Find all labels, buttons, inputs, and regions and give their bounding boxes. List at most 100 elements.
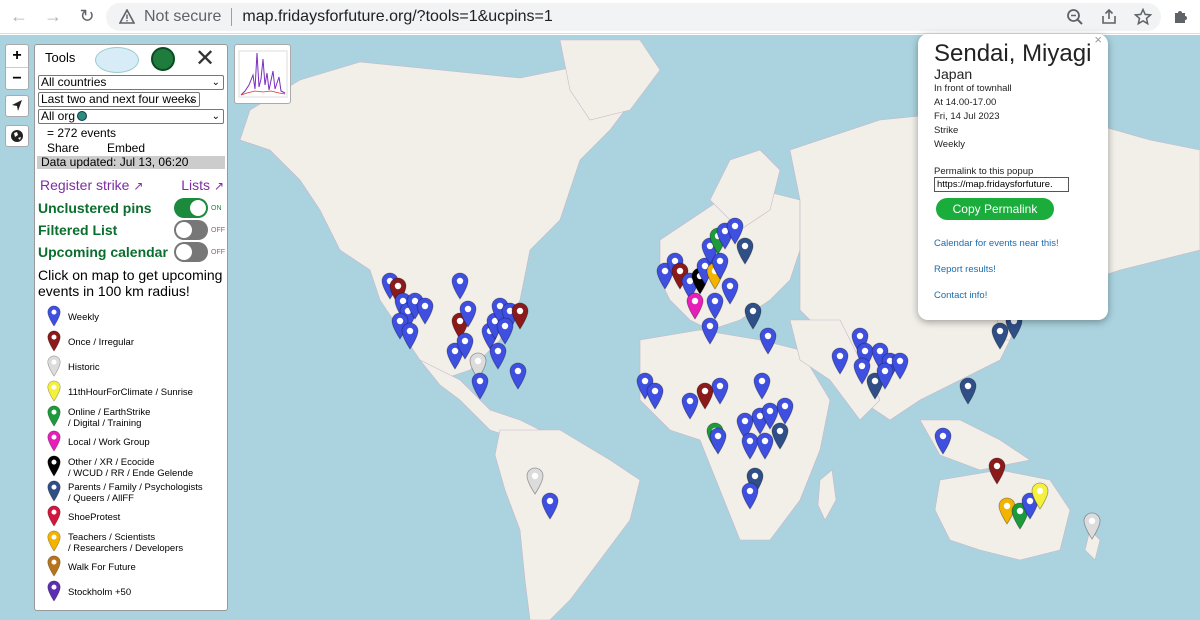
map-pin-icon[interactable] (876, 362, 894, 390)
legend-label: 11thHourForClimate / Sunrise (68, 387, 193, 398)
map-pin-icon[interactable] (541, 492, 559, 520)
chart-thumbnail-icon (238, 50, 288, 98)
forward-icon[interactable]: → (38, 2, 68, 32)
permalink-input[interactable]: https://map.fridaysforfuture. (934, 177, 1069, 192)
map-pin-icon[interactable] (831, 347, 849, 375)
legend-item: Historic (47, 355, 227, 380)
toggle-switch[interactable] (174, 242, 208, 262)
fff-logo-icon[interactable] (151, 47, 175, 71)
map-pin-icon[interactable] (526, 467, 544, 495)
extensions-puzzle-icon[interactable] (1170, 6, 1192, 28)
popup-city: Sendai, Miyagi (934, 40, 1092, 67)
map-pin-icon[interactable] (744, 302, 762, 330)
map-pin-icon[interactable] (753, 372, 771, 400)
country-select[interactable]: All countries ⌄ (38, 75, 224, 90)
date-range-select[interactable]: Last two and next four weeks ⌄ (38, 92, 200, 107)
map-pin-icon[interactable] (959, 377, 977, 405)
security-status: Not secure (144, 8, 222, 25)
popup-time: At 14.00-17.00 (934, 97, 997, 108)
map-pin-icon[interactable] (759, 327, 777, 355)
register-strike-link[interactable]: Register strike ↗ (40, 177, 143, 193)
layers-button[interactable] (5, 125, 29, 147)
toggle-switch[interactable] (174, 220, 208, 240)
zoom-in-button[interactable]: + (6, 45, 28, 67)
globe-logo-icon[interactable] (95, 47, 139, 73)
legend-label: Historic (68, 362, 100, 373)
map-pin-icon[interactable] (1031, 482, 1049, 510)
legend-item: Teachers / Scientists / Researchers / Dev… (47, 530, 227, 555)
map-pin-icon[interactable] (451, 272, 469, 300)
legend-item: Weekly (47, 305, 227, 330)
popup-close-button[interactable]: × (1094, 32, 1102, 47)
map-pin-icon[interactable] (709, 427, 727, 455)
map-pin-icon[interactable] (756, 432, 774, 460)
events-chart-thumbnail[interactable] (234, 44, 291, 104)
contact-info-link[interactable]: Contact info! (934, 290, 1108, 301)
map-pin-icon[interactable] (741, 482, 759, 510)
map-pin-icon[interactable] (509, 362, 527, 390)
map-pin-icon[interactable] (988, 457, 1006, 485)
map-pin-icon[interactable] (489, 342, 507, 370)
legend-item: Once / Irregular (47, 330, 227, 355)
external-link-icon: ↗ (133, 179, 144, 193)
popup-place: In front of townhall (934, 83, 1012, 94)
legend-label: Weekly (68, 312, 99, 323)
map-pin-icon[interactable] (1083, 512, 1101, 540)
legend-pin-icon (47, 530, 67, 555)
share-link[interactable]: Share (47, 141, 107, 156)
map-pin-icon[interactable] (721, 277, 739, 305)
lists-link[interactable]: Lists ↗ (181, 177, 224, 193)
reload-icon[interactable]: ↻ (72, 2, 102, 32)
separator (231, 8, 233, 26)
legend-label: Stockholm +50 (68, 587, 132, 598)
map-pin-icon[interactable] (736, 237, 754, 265)
legend-item: Parents / Family / Psychologists / Queers… (47, 480, 227, 505)
zoom-controls: + − (5, 44, 29, 90)
browser-toolbar: ← → ↻ Not secure map.fridaysforfuture.or… (0, 0, 1200, 34)
events-count: = 272 events (47, 126, 117, 140)
toggle-switch[interactable] (174, 198, 208, 218)
external-link-icon: ↗ (213, 179, 224, 193)
legend-label: Parents / Family / Psychologists / Queers… (68, 481, 203, 504)
tools-title: Tools (45, 50, 76, 65)
map-pin-icon[interactable] (459, 300, 477, 328)
map-pin-icon[interactable] (776, 397, 794, 425)
map-pin-icon[interactable] (646, 382, 664, 410)
legend-label: Walk For Future (68, 562, 136, 573)
url-text[interactable]: map.fridaysforfuture.org/?tools=1&ucpins… (242, 8, 552, 26)
legend-label: Other / XR / Ecocide / WCUD / RR / Ende G… (68, 456, 194, 479)
address-bar[interactable]: Not secure map.fridaysforfuture.org/?too… (106, 3, 1161, 31)
map-pin-icon[interactable] (686, 292, 704, 320)
bookmark-star-icon[interactable] (1133, 7, 1153, 27)
locate-arrow-icon (12, 100, 22, 111)
map-pin-icon[interactable] (416, 297, 434, 325)
share-icon[interactable] (1099, 7, 1119, 27)
toggle-knob (176, 222, 192, 238)
warning-icon[interactable] (118, 8, 136, 26)
toggle-knob (176, 244, 192, 260)
close-tools-button[interactable]: ✕ (193, 47, 217, 71)
map-pin-icon[interactable] (701, 317, 719, 345)
map-pin-icon[interactable] (711, 377, 729, 405)
popup-date: Fri, 14 Jul 2023 (934, 111, 1000, 122)
locate-button[interactable] (5, 95, 29, 117)
map-pin-icon[interactable] (496, 317, 514, 345)
toggle-row: Filtered List OFF (35, 219, 227, 241)
toggle-row: Unclustered pins ON (35, 197, 227, 219)
zoom-icon[interactable] (1065, 7, 1085, 27)
chevron-down-icon: ⌄ (211, 77, 220, 88)
legend-pin-icon (47, 505, 67, 530)
zoom-out-button[interactable]: − (6, 67, 28, 89)
globe-icon (11, 130, 23, 142)
map-pin-icon[interactable] (471, 372, 489, 400)
copy-permalink-button[interactable]: Copy Permalink (936, 198, 1054, 220)
back-icon[interactable]: ← (4, 2, 34, 32)
calendar-link[interactable]: Calendar for events near this! (934, 238, 1108, 249)
embed-link[interactable]: Embed (107, 141, 145, 156)
legend-item: Walk For Future (47, 555, 227, 580)
org-select[interactable]: All org ⌄ (38, 109, 224, 124)
report-results-link[interactable]: Report results! (934, 264, 1108, 275)
legend-pin-icon (47, 405, 67, 430)
map-pin-icon[interactable] (934, 427, 952, 455)
map-pin-icon[interactable] (401, 322, 419, 350)
